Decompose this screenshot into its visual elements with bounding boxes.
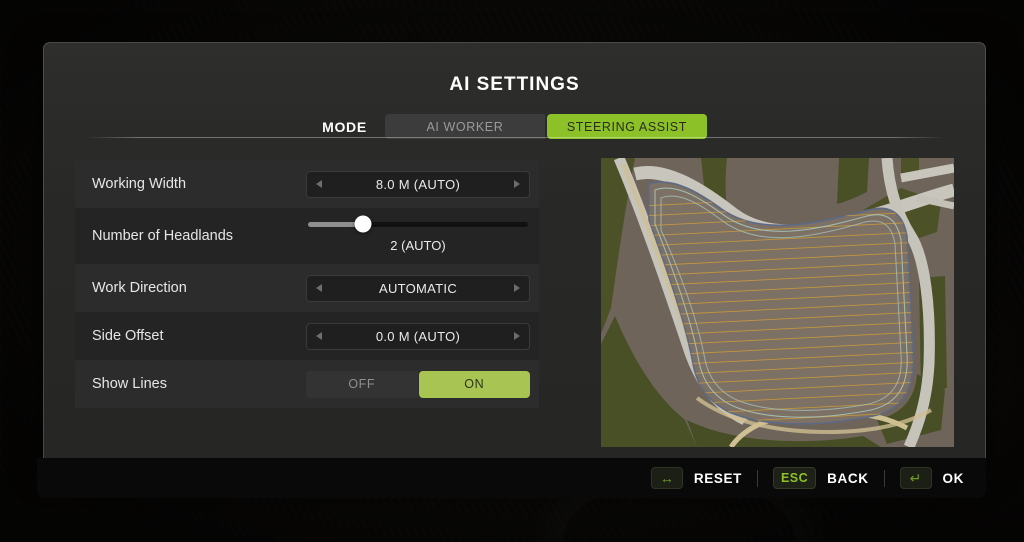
toggle-option-off[interactable]: OFF — [306, 371, 418, 398]
setting-row-number-of-headlands[interactable]: Number of Headlands 2 (AUTO) — [75, 208, 539, 264]
stepper-value: AUTOMATIC — [379, 281, 457, 296]
chevron-right-icon[interactable] — [514, 284, 520, 292]
mode-label: MODE — [322, 119, 367, 135]
slider-thumb[interactable] — [355, 216, 372, 233]
slider-value: 2 (AUTO) — [390, 238, 445, 253]
stepper-value: 8.0 M (AUTO) — [376, 177, 460, 192]
setting-label: Show Lines — [92, 376, 306, 392]
side-offset-stepper[interactable]: 0.0 M (AUTO) — [306, 323, 530, 350]
mode-selector: MODE AI WORKER STEERING ASSIST — [44, 114, 985, 139]
setting-row-work-direction[interactable]: Work Direction AUTOMATIC — [75, 264, 539, 312]
setting-row-working-width[interactable]: Working Width 8.0 M (AUTO) — [75, 160, 539, 208]
enter-key-icon[interactable]: ↵ — [900, 467, 932, 489]
mode-option-steering-assist[interactable]: STEERING ASSIST — [547, 114, 707, 139]
chevron-left-icon[interactable] — [316, 180, 322, 188]
toggle-option-on[interactable]: ON — [419, 371, 531, 398]
ok-label: OK — [943, 471, 964, 486]
setting-label: Side Offset — [92, 328, 306, 344]
left-right-arrow-icon[interactable]: ↔ — [651, 467, 683, 489]
chevron-left-icon[interactable] — [316, 332, 322, 340]
separator — [757, 470, 758, 487]
action-ok[interactable]: ↵ OK — [900, 467, 964, 489]
back-label: BACK — [827, 471, 868, 486]
field-map-svg — [601, 158, 954, 447]
reset-label: RESET — [694, 471, 742, 486]
action-back[interactable]: ESC BACK — [773, 467, 869, 489]
action-bar: ↔ RESET ESC BACK ↵ OK — [37, 458, 986, 498]
key-glyph: ↵ — [910, 471, 922, 485]
setting-row-side-offset[interactable]: Side Offset 0.0 M (AUTO) — [75, 312, 539, 360]
setting-label: Working Width — [92, 176, 306, 192]
field-map-preview — [601, 158, 954, 447]
show-lines-toggle[interactable]: OFF ON — [306, 371, 530, 398]
key-glyph: ↔ — [660, 471, 674, 485]
working-width-stepper[interactable]: 8.0 M (AUTO) — [306, 171, 530, 198]
setting-row-show-lines[interactable]: Show Lines OFF ON — [75, 360, 539, 408]
ai-settings-dialog: AI SETTINGS MODE AI WORKER STEERING ASSI… — [43, 42, 986, 459]
chevron-right-icon[interactable] — [514, 332, 520, 340]
esc-key-icon[interactable]: ESC — [773, 467, 816, 489]
page-title: AI SETTINGS — [44, 74, 985, 96]
settings-list: Working Width 8.0 M (AUTO) Number of Hea… — [75, 160, 539, 408]
headlands-slider[interactable]: 2 (AUTO) — [306, 220, 530, 253]
action-reset[interactable]: ↔ RESET — [651, 467, 742, 489]
key-label: ESC — [781, 471, 808, 485]
divider — [89, 137, 942, 138]
setting-label: Work Direction — [92, 280, 306, 296]
chevron-left-icon[interactable] — [316, 284, 322, 292]
chevron-right-icon[interactable] — [514, 180, 520, 188]
game-screen: AI SETTINGS MODE AI WORKER STEERING ASSI… — [0, 0, 1024, 542]
mode-option-ai-worker[interactable]: AI WORKER — [385, 114, 545, 139]
separator — [884, 470, 885, 487]
setting-label: Number of Headlands — [92, 228, 306, 244]
work-direction-stepper[interactable]: AUTOMATIC — [306, 275, 530, 302]
stepper-value: 0.0 M (AUTO) — [376, 329, 460, 344]
slider-track[interactable] — [308, 222, 528, 227]
